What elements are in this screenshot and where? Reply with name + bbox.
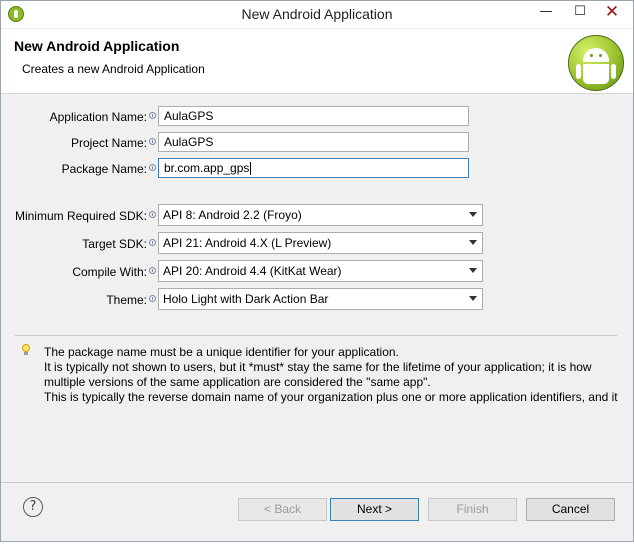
page-subtitle: Creates a new Android Application	[22, 62, 205, 76]
text-caret	[250, 162, 252, 176]
min-sdk-value: API 8: Android 2.2 (Froyo)	[163, 208, 302, 222]
project-name-field[interactable]: AulaGPS	[158, 132, 469, 152]
project-name-label: Project Name:	[70, 136, 147, 150]
hint-text: The package name must be a unique identi…	[44, 345, 624, 405]
wizard-header: New Android Application Creates a new An…	[1, 29, 633, 94]
info-icon[interactable]	[149, 211, 156, 218]
hint-line: It is typically not shown to users, but …	[44, 360, 592, 374]
hint-line: This is typically the reverse domain nam…	[44, 390, 618, 404]
compile-with-value: API 20: Android 4.4 (KitKat Wear)	[163, 264, 342, 278]
close-icon[interactable]: ✕	[591, 1, 633, 23]
dialog-window: New Android Application — ☐ ✕ New Androi…	[0, 0, 634, 542]
target-sdk-label: Target SDK:	[82, 237, 147, 251]
android-eye-icon	[590, 54, 593, 57]
compile-with-label: Compile With:	[72, 265, 147, 279]
android-logo-icon	[568, 35, 624, 91]
footer-divider	[1, 482, 633, 483]
help-icon[interactable]: ?	[23, 497, 43, 517]
theme-value: Holo Light with Dark Action Bar	[163, 292, 329, 306]
target-sdk-value: API 21: Android 4.X (L Preview)	[163, 236, 332, 250]
back-button[interactable]: < Back	[238, 498, 327, 521]
package-name-value: br.com.app_gps	[164, 161, 250, 175]
target-sdk-select[interactable]: API 21: Android 4.X (L Preview)	[158, 232, 483, 254]
android-body-icon	[583, 64, 609, 84]
divider	[15, 335, 617, 336]
page-title: New Android Application	[14, 38, 180, 54]
chevron-down-icon	[469, 296, 477, 301]
hint-line: The package name must be a unique identi…	[44, 345, 399, 359]
minimize-icon[interactable]: —	[529, 1, 563, 23]
app-name-label: Application Name:	[49, 110, 147, 124]
min-sdk-select[interactable]: API 8: Android 2.2 (Froyo)	[158, 204, 483, 226]
theme-select[interactable]: Holo Light with Dark Action Bar	[158, 288, 483, 310]
finish-button[interactable]: Finish	[428, 498, 517, 521]
theme-label: Theme:	[106, 293, 147, 307]
lightbulb-icon	[21, 344, 31, 356]
info-icon[interactable]	[149, 267, 156, 274]
app-name-field[interactable]: AulaGPS	[158, 106, 469, 126]
cancel-button[interactable]: Cancel	[526, 498, 615, 521]
info-icon[interactable]	[149, 164, 156, 171]
compile-with-select[interactable]: API 20: Android 4.4 (KitKat Wear)	[158, 260, 483, 282]
next-button[interactable]: Next >	[330, 498, 419, 521]
package-name-label: Package Name:	[61, 162, 147, 176]
title-bar: New Android Application — ☐ ✕	[1, 1, 633, 28]
chevron-down-icon	[469, 240, 477, 245]
android-arm-icon	[576, 64, 581, 79]
min-sdk-label: Minimum Required SDK:	[14, 209, 147, 223]
package-name-field[interactable]: br.com.app_gps	[158, 158, 469, 178]
chevron-down-icon	[469, 212, 477, 217]
info-icon[interactable]	[149, 239, 156, 246]
android-head-icon	[583, 48, 609, 62]
android-arm-icon	[611, 64, 616, 79]
info-icon[interactable]	[149, 138, 156, 145]
info-icon[interactable]	[149, 295, 156, 302]
hint-line: multiple versions of the same applicatio…	[44, 375, 431, 389]
info-icon[interactable]	[149, 112, 156, 119]
chevron-down-icon	[469, 268, 477, 273]
android-eye-icon	[599, 54, 602, 57]
